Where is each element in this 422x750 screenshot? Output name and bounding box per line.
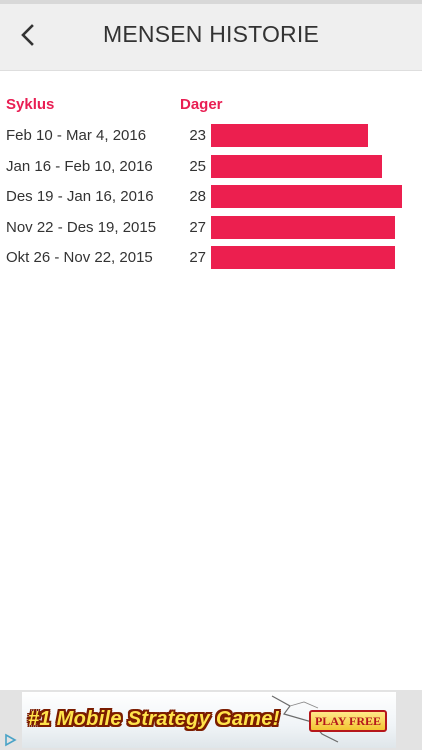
- history-row: Nov 22 - Des 19, 2015 27: [0, 213, 422, 244]
- ad-play-free-button[interactable]: PLAY FREE: [309, 710, 387, 732]
- ad-creative[interactable]: #1 Mobile Strategy Game! PLAY FREE: [22, 692, 396, 748]
- back-button[interactable]: [8, 17, 48, 53]
- cycle-length-bar: [211, 215, 395, 239]
- cycle-range: Jan 16 - Feb 10, 2016: [6, 157, 153, 175]
- cycle-length-bar: [211, 124, 368, 147]
- cycle-range: Nov 22 - Des 19, 2015: [6, 218, 157, 236]
- cycle-days: 25: [189, 157, 206, 175]
- status-strip: [0, 0, 422, 4]
- cycle-days: 28: [189, 188, 206, 205]
- cycle-range: Feb 10 - Mar 4, 2016: [6, 127, 147, 144]
- cycle-length-bar: [211, 154, 382, 178]
- history-row: Feb 10 - Mar 4, 2016 23: [0, 121, 422, 152]
- history-row: Jan 16 - Feb 10, 2016 25: [0, 152, 422, 183]
- cycle-days: 23: [189, 127, 206, 144]
- history-rows: Feb 10 - Mar 4, 2016 23 Jan 16 - Feb 10, 2…: [0, 121, 422, 274]
- cycle-days: 27: [189, 218, 206, 236]
- cycle-range: Okt 26 - Nov 22, 2015: [6, 249, 153, 266]
- cycle-length-bar: [211, 185, 402, 208]
- cycle-length-bar: [211, 246, 395, 269]
- days-column-header: Dager: [180, 96, 223, 113]
- cycle-range: Des 19 - Jan 16, 2016: [6, 188, 154, 205]
- history-row: Des 19 - Jan 16, 2016 28: [0, 182, 422, 213]
- cycle-column-header: Syklus: [6, 96, 55, 113]
- page-title: MENSEN HISTORIE: [103, 21, 319, 47]
- toolbar: MENSEN HISTORIE: [0, 0, 422, 71]
- cycle-days: 27: [189, 249, 206, 266]
- ad-banner[interactable]: #1 Mobile Strategy Game! PLAY FREE: [0, 690, 422, 750]
- ad-choices-icon[interactable]: [2, 732, 18, 748]
- ad-headline: #1 Mobile Strategy Game!: [28, 708, 280, 730]
- history-row: Okt 26 - Nov 22, 2015 27: [0, 243, 422, 274]
- chevron-left-icon: [21, 24, 34, 46]
- app-screen: MENSEN HISTORIE Syklus Dager Feb 10 - Ma…: [0, 0, 422, 750]
